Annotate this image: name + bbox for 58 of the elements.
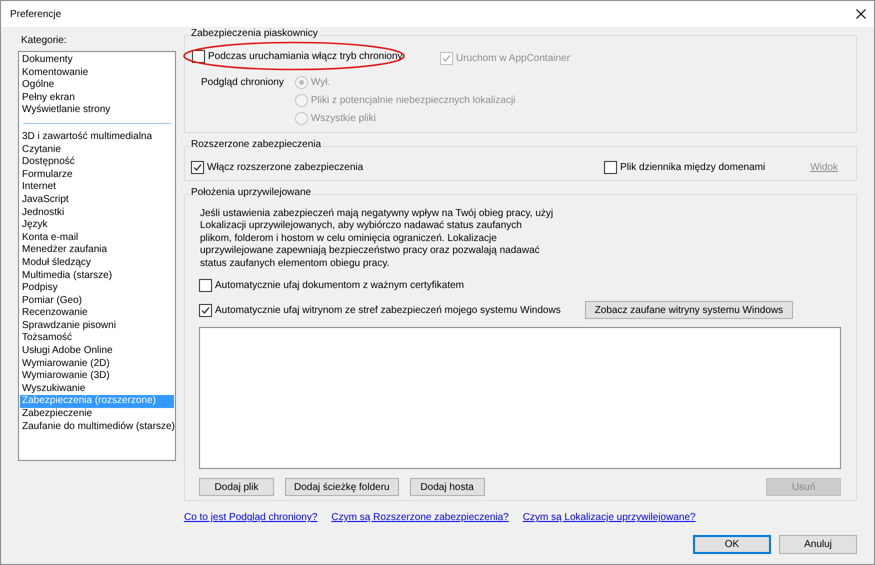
category-item[interactable]: Zaufanie do multimediów (starsze) xyxy=(20,420,174,434)
category-item[interactable]: Jednostki xyxy=(20,206,174,220)
view-trusted-sites-button[interactable]: Zobacz zaufane witryny systemu Windows xyxy=(584,301,794,320)
checkbox[interactable] xyxy=(604,161,618,174)
checkbox-label: Podczas uruchamiania włącz tryb chroniony xyxy=(208,51,403,62)
category-item[interactable]: Multimedia (starsze) xyxy=(20,270,174,282)
category-item[interactable]: Internet xyxy=(20,181,174,194)
category-item[interactable]: Zabezpieczenie xyxy=(20,408,174,421)
category-item[interactable]: Język xyxy=(20,219,174,232)
checkbox[interactable] xyxy=(199,304,212,317)
group-title: Położenia uprzywilejowane xyxy=(190,187,312,198)
checkbox-label: Automatycznie ufaj witrynom ze stref zabezpieczeń mojego systemu Windows xyxy=(215,304,561,316)
description-text: Jeśli ustawienia zabezpieczeń mają negatywny wpływ na Twój obieg pracy, użyj Lokalizacji uprzywilejowanych, aby wybiórczo nadawać status zaufanych plikom, folderom i hostom w celu ominięcia ograniczeń. Lokalizacje uprzywilejowane zapewniają bezpieczeństwo pracy oraz pozwalają nadawać status zaufanych elementom obiegu pracy. xyxy=(200,208,554,270)
radio-label: Pliki z potencjalnie niebezpiecznych lokalizacji xyxy=(310,95,516,106)
window-title: Preferencje xyxy=(10,8,62,20)
category-item[interactable]: Pełny ekran xyxy=(20,92,174,104)
category-item[interactable]: Konta e-mail xyxy=(20,232,174,244)
help-link[interactable]: Czym są Lokalizacje uprzywilejowane? xyxy=(522,512,696,524)
category-item[interactable]: Recenzowanie xyxy=(20,307,174,320)
category-item[interactable]: Pomiar (Geo) xyxy=(20,294,174,308)
checkbox-label: Uruchom w AppContainer xyxy=(456,52,570,64)
category-item[interactable]: Wymiarowanie (2D) xyxy=(20,358,174,370)
category-item[interactable]: Komentowanie xyxy=(20,66,174,80)
category-item[interactable]: Podpisy xyxy=(20,282,174,295)
close-icon[interactable] xyxy=(856,9,866,19)
list-action-button[interactable]: Dodaj plik xyxy=(199,478,274,496)
dialog-button[interactable]: Anuluj xyxy=(779,535,857,554)
category-item[interactable]: Ogólne xyxy=(20,79,174,92)
category-item[interactable]: Dokumenty xyxy=(20,54,174,67)
checkbox-label: Automatycznie ufaj dokumentom z ważnym certyfikatem xyxy=(215,280,464,292)
category-item[interactable]: Usługi Adobe Online xyxy=(20,345,174,358)
group-title: Zabezpieczenia piaskownicy xyxy=(190,28,319,39)
category-item[interactable]: Sprawdzanie pisowni xyxy=(20,320,174,332)
checkbox[interactable] xyxy=(191,161,204,174)
category-item[interactable]: Moduł śledzący xyxy=(20,256,174,270)
category-item[interactable]: 3D i zawartość multimedialna xyxy=(20,130,174,144)
checkbox[interactable] xyxy=(199,279,212,292)
checkbox-label: Plik dziennika między domenami xyxy=(620,162,766,173)
category-item[interactable]: Dostępność xyxy=(20,156,174,169)
list-action-button[interactable]: Dodaj hosta xyxy=(410,478,485,496)
checkbox-label: Włącz rozszerzone zabezpieczenia xyxy=(207,162,364,173)
list-action-button[interactable]: Dodaj ścieżkę folderu xyxy=(285,478,399,496)
help-link[interactable]: Co to jest Podgląd chroniony? xyxy=(184,512,318,524)
category-item[interactable]: Wymiarowanie (3D) xyxy=(20,370,174,383)
dialog-button[interactable]: OK xyxy=(693,535,771,554)
option-label: Podgląd chroniony xyxy=(201,76,284,90)
category-item[interactable]: Czytanie xyxy=(20,144,174,156)
group-title: Rozszerzone zabezpieczenia xyxy=(190,139,322,150)
category-item[interactable]: Wyświetlanie strony xyxy=(20,104,174,117)
radio-label: Wszystkie pliki xyxy=(310,113,376,124)
list-label: Kategorie: xyxy=(20,35,68,46)
category-item[interactable]: Wyszukiwanie xyxy=(20,382,174,396)
category-item[interactable]: Tożsamość xyxy=(20,332,174,346)
category-item[interactable]: Formularze xyxy=(20,168,174,182)
help-link[interactable]: Czym są Rozszerzone zabezpieczenia? xyxy=(331,512,509,524)
category-item[interactable]: JavaScript xyxy=(20,194,174,207)
radio-label: Wył. xyxy=(310,77,330,88)
category-item[interactable]: Menedżer zaufania xyxy=(20,244,174,257)
